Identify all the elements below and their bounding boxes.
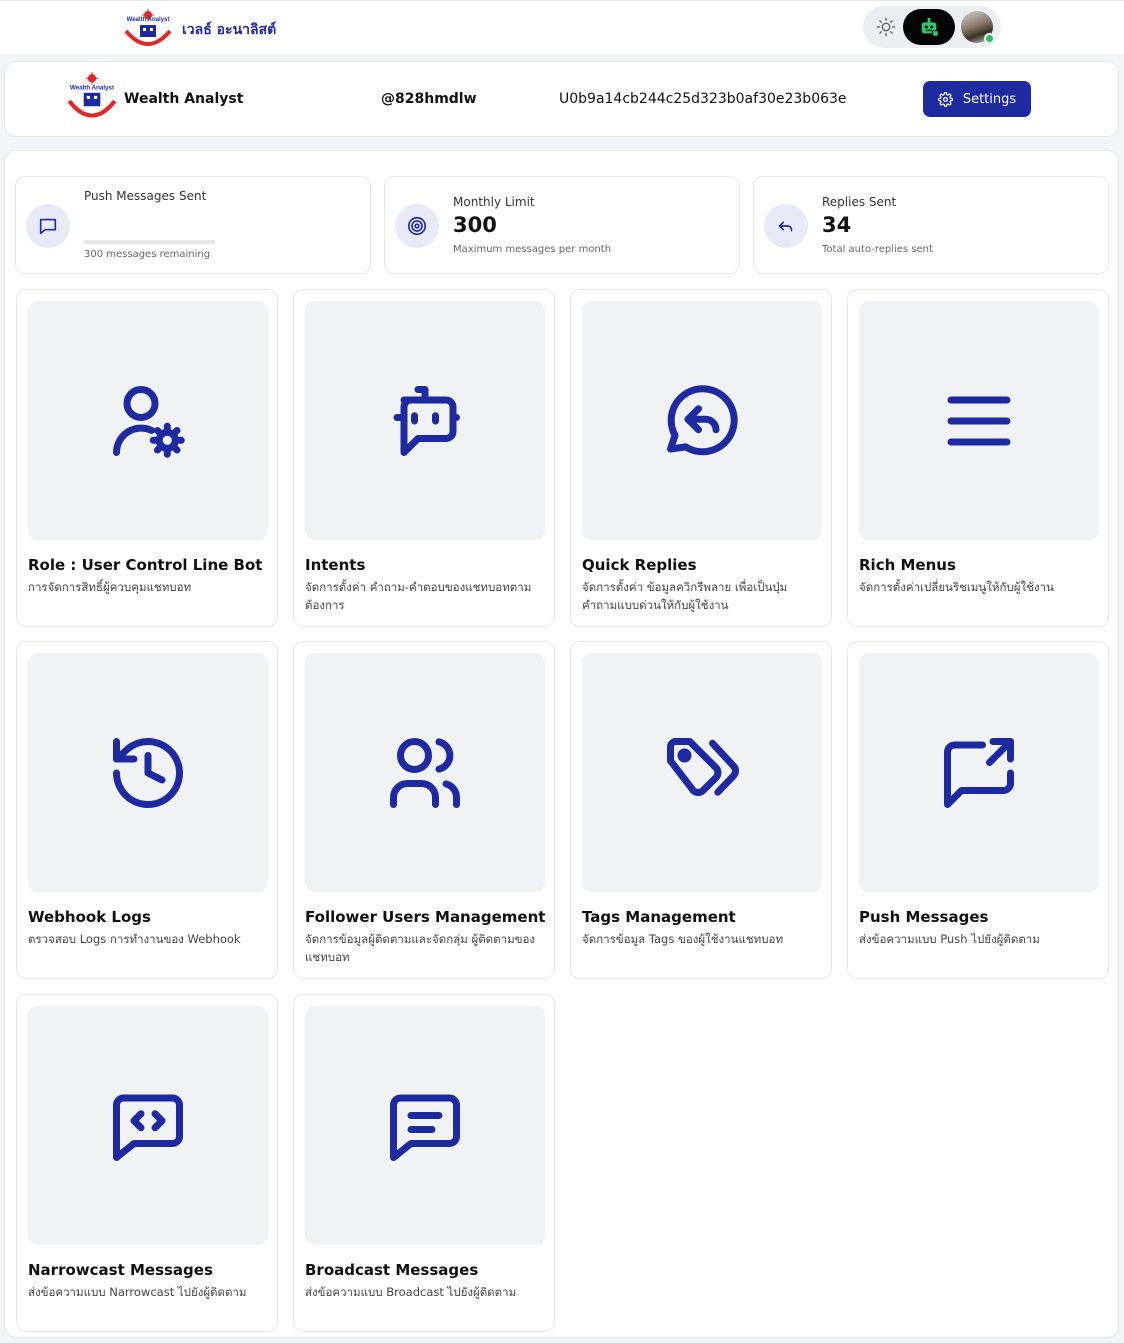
history-icon [113,737,183,808]
card-image [859,301,1099,540]
card-image [28,1006,268,1245]
stat-sub: Total auto-replies sent [822,244,933,255]
menu-icon [947,396,1011,445]
brand-name: เวลธ์ อะนาลิสต์ [182,22,277,38]
target-icon [395,204,439,248]
card-intents[interactable]: Intents จัดการตั้งค่า คำถาม-คำตอบของแชทบ… [293,289,555,627]
top-navbar: Wealth Analyst เวลธ์ อะนาลิสต์ [0,0,1124,54]
stat-label: Monthly Limit [453,195,535,209]
robot-icon [393,385,460,456]
bot-info-bar: Wealth Analyst Wealth Analyst @828hmdlw … [4,61,1119,137]
online-status-dot [984,33,995,44]
dashboard-panel: Push Messages Sent 300 messages remainin… [4,150,1119,1338]
card-description: จัดการข้อมูล Tags ของผู้ใช้งานแชทบอท [582,932,784,946]
card-title: Quick Replies [582,556,697,574]
user-avatar[interactable] [961,11,995,44]
card-description: ส่งข้อความแบบ Narrowcast ไปยังผู้ติดตาม [28,1285,247,1299]
stat-card-replies-sent: Replies Sent 34 Total auto-replies sent [753,176,1109,274]
message-share-icon [944,737,1014,808]
card-quick-replies[interactable]: Quick Replies จัดการตั้งค่า ข้อมูลควิกรี… [570,289,832,627]
card-image [28,301,268,540]
bot-name: Wealth Analyst [124,91,244,107]
settings-label: Settings [962,91,1017,107]
theme-toggle-button[interactable] [871,12,901,42]
card-push-messages[interactable]: Push Messages ส่งข้อความแบบ Push ไปยังผู… [847,641,1109,979]
bot-profile-logo: Wealth Analyst [67,72,117,118]
card-image [28,653,268,892]
card-broadcast-messages[interactable]: Broadcast Messages ส่งข้อความแบบ Broadca… [293,994,555,1332]
card-image [305,301,545,540]
wealth-analyst-logo: Wealth Analyst [124,9,172,46]
card-description: ส่งข้อความแบบ Push ไปยังผู้ติดตาม [859,932,1040,946]
card-title: Webhook Logs [28,908,151,926]
card-description: ส่งข้อความแบบ Broadcast ไปยังผู้ติดตาม [305,1285,517,1299]
svg-text:Wealth Analyst: Wealth Analyst [70,85,114,92]
card-narrowcast-messages[interactable]: Narrowcast Messages ส่งข้อความแบบ Narrow… [16,994,278,1332]
stat-sub: Maximum messages per month [453,244,612,255]
card-title: Rich Menus [859,556,956,574]
bot-mode-button[interactable] [903,9,955,45]
push-progress-bar [84,240,215,244]
chat-icon [26,204,70,248]
stat-sub: 300 messages remaining [84,249,211,260]
card-description: การจัดการสิทธิ์ผู้ควบคุมแชทบอท [28,580,192,594]
gear-icon [937,91,953,107]
card-description: จัดการข้อมูลผู้ติดตามและจัดกลุ่ม ผู้ติดต… [305,932,536,964]
card-image [305,653,545,892]
card-title: Tags Management [582,908,736,926]
sun-icon [876,17,896,37]
bot-user-id: U0b9a14cb244c25d323b0af30e23b063e [559,91,847,107]
card-title: Intents [305,556,366,574]
card-title: Follower Users Management [305,908,546,926]
top-controls [863,6,1001,48]
card-webhook-logs[interactable]: Webhook Logs ตรวจสอบ Logs การทำงานของ We… [16,641,278,979]
card-description: ตรวจสอบ Logs การทำงานของ Webhook [28,932,241,946]
stat-label: Replies Sent [822,195,897,209]
card-role-user-control[interactable]: Role : User Control Line Bot การจัดการสิ… [16,289,278,627]
card-title: Push Messages [859,908,989,926]
card-image [582,653,822,892]
message-text-icon [390,1094,460,1161]
card-description: จัดการตั้งค่าเปลี่ยนริชเมนูให้กับผู้ใช้ง… [859,580,1054,594]
stat-card-push-sent: Push Messages Sent 300 messages remainin… [15,176,371,274]
stat-card-monthly-limit: Monthly Limit 300 Maximum messages per m… [384,176,740,274]
card-title: Role : User Control Line Bot [28,556,263,574]
card-description: จัดการตั้งค่า ข้อมูลควิกรีพลาย เพื่อเป็น… [582,580,788,612]
bot-basic-id: @828hmdlw [381,91,477,107]
robot-icon [921,17,939,37]
card-image [305,1006,545,1245]
card-rich-menus[interactable]: Rich Menus จัดการตั้งค่าเปลี่ยนริชเมนูให… [847,289,1109,627]
tags-icon [667,737,739,796]
card-title: Narrowcast Messages [28,1261,213,1279]
svg-text:Wealth Analyst: Wealth Analyst [127,17,170,23]
card-image [582,301,822,540]
card-title: Broadcast Messages [305,1261,479,1279]
settings-button[interactable]: Settings [923,81,1031,117]
card-image [859,653,1099,892]
stat-value: 34 [822,213,852,237]
users-icon [390,737,461,808]
card-tags-management[interactable]: Tags Management จัดการข้อมูล Tags ของผู้… [570,641,832,979]
card-follower-users[interactable]: Follower Users Management จัดการข้อมูลผู… [293,641,555,979]
user-settings-icon [113,385,185,458]
stat-label: Push Messages Sent [84,189,207,203]
stat-value: 300 [453,213,497,237]
reply-icon [764,204,808,248]
reply-bubble-icon [667,384,738,455]
card-description: จัดการตั้งค่า คำถาม-คำตอบของแชทบอทตามต้อ… [305,580,532,612]
brand-link[interactable]: Wealth Analyst เวลธ์ อะนาลิสต์ [120,9,276,51]
message-code-icon [113,1094,183,1161]
